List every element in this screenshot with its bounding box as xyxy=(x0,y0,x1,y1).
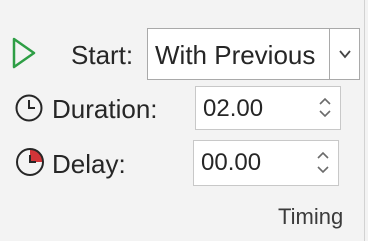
start-row: Start: With Previous xyxy=(0,28,364,82)
delay-clock-icon xyxy=(14,146,46,183)
delay-spin-arrows xyxy=(310,141,338,185)
timing-group-label: Timing xyxy=(278,204,344,229)
duration-value[interactable]: 02.00 xyxy=(203,95,263,123)
duration-spinbox[interactable]: 02.00 xyxy=(195,86,341,130)
duration-row: Duration: 02.00 xyxy=(0,86,364,130)
duration-label: Duration: xyxy=(52,94,158,124)
delay-spinbox[interactable]: 00.00 xyxy=(193,140,339,186)
clock-icon xyxy=(14,93,44,128)
duration-spin-arrows xyxy=(312,87,340,129)
start-dropdown-button[interactable] xyxy=(330,29,359,79)
start-dropdown[interactable]: With Previous xyxy=(147,28,360,80)
start-label: Start: xyxy=(71,40,134,70)
chevron-down-icon[interactable] xyxy=(318,105,332,123)
delay-value[interactable]: 00.00 xyxy=(201,149,261,177)
start-dropdown-value: With Previous xyxy=(155,40,316,70)
delay-row: Delay: 00.00 xyxy=(0,137,364,191)
delay-label: Delay: xyxy=(52,149,126,179)
chevron-down-icon xyxy=(338,50,351,59)
chevron-down-icon[interactable] xyxy=(316,161,330,179)
group-divider xyxy=(364,0,365,241)
play-triangle-icon xyxy=(12,37,36,74)
